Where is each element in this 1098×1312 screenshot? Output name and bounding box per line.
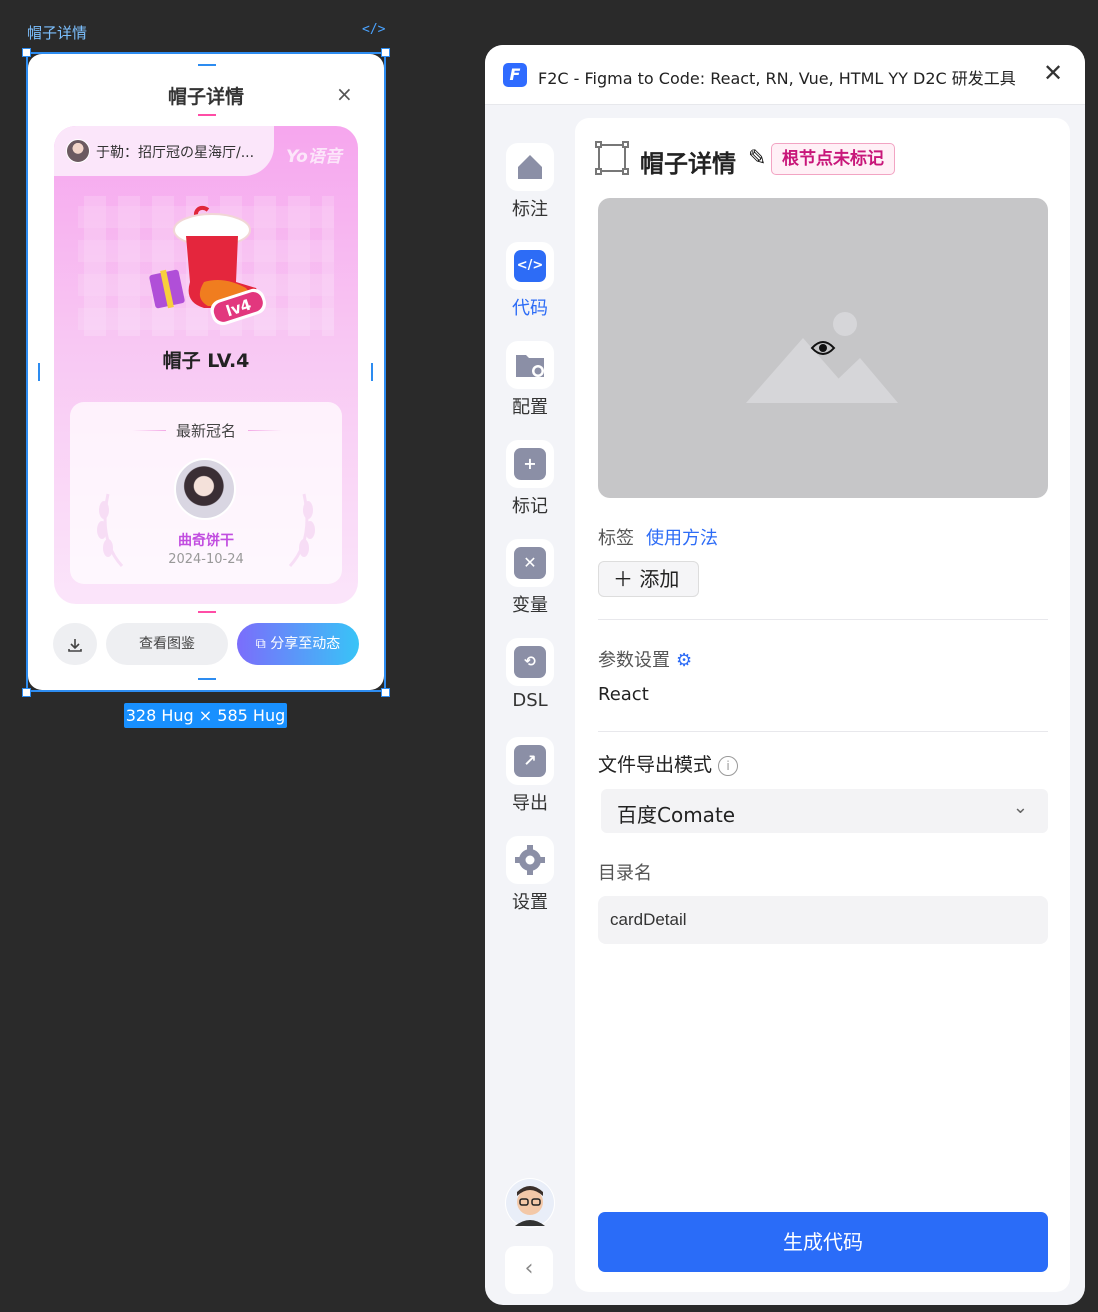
export-mode-label: 文件导出模式 bbox=[598, 754, 713, 776]
image-placeholder-icon bbox=[746, 312, 898, 403]
bookmark-add-icon: + bbox=[506, 440, 554, 488]
divider bbox=[598, 731, 1048, 732]
dsl-route-icon: ⟲ bbox=[506, 638, 554, 686]
params-framework-value: React bbox=[598, 684, 649, 705]
sidebar-label: 代码 bbox=[512, 298, 548, 319]
root-status-badge: 根节点未标记 bbox=[771, 143, 895, 175]
sidebar-item-code[interactable]: </> 代码 bbox=[505, 242, 555, 320]
close-icon[interactable]: ✕ bbox=[1043, 59, 1063, 87]
export-mode-select[interactable]: 百度Comate ⌄ bbox=[601, 789, 1048, 833]
directory-name-input[interactable] bbox=[598, 896, 1048, 944]
settings-gear-icon[interactable]: ⚙ bbox=[676, 650, 692, 671]
sidebar-item-config[interactable]: 配置 bbox=[505, 341, 555, 419]
sidebar-label: 标记 bbox=[512, 496, 548, 517]
export-icon: ↗ bbox=[506, 737, 554, 785]
frame-label[interactable]: 帽子详情 bbox=[27, 22, 87, 43]
info-icon[interactable]: i bbox=[718, 755, 739, 776]
resize-handle[interactable] bbox=[22, 48, 31, 57]
f2c-plugin-window: F F2C - Figma to Code: React, RN, Vue, H… bbox=[485, 45, 1085, 1305]
size-badge: 328 Hug × 585 Hug bbox=[124, 703, 287, 728]
export-mode-title: 文件导出模式 i bbox=[598, 750, 739, 777]
directory-label: 目录名 bbox=[598, 863, 652, 884]
tags-label: 标签 bbox=[598, 528, 634, 549]
edit-pencil-icon[interactable]: ✎ bbox=[748, 146, 766, 171]
code-panel: 帽子详情 ✎ 根节点未标记 标签 使用方法 ＋ 添加 参数设置 ⚙ React … bbox=[575, 118, 1070, 1292]
chevron-left-icon: ‹ bbox=[524, 1256, 534, 1281]
gear-icon bbox=[506, 836, 554, 884]
plugin-header: F F2C - Figma to Code: React, RN, Vue, H… bbox=[485, 45, 1085, 105]
edge-marker bbox=[38, 363, 40, 381]
resize-handle[interactable] bbox=[381, 688, 390, 697]
code-icon: </> bbox=[506, 242, 554, 290]
add-tag-label: 添加 bbox=[639, 567, 680, 591]
variable-x-icon: ✕ bbox=[506, 539, 554, 587]
sidebar-label: 标注 bbox=[512, 199, 548, 220]
sidebar-label: 设置 bbox=[512, 892, 548, 913]
code-icon[interactable]: </> bbox=[362, 22, 385, 37]
sidebar-item-dsl[interactable]: ⟲ DSL bbox=[505, 638, 555, 711]
params-section-title: 参数设置 ⚙ bbox=[598, 646, 692, 672]
params-label: 参数设置 bbox=[598, 650, 670, 671]
sidebar-label: 变量 bbox=[512, 595, 548, 616]
sidebar-item-settings[interactable]: 设置 bbox=[505, 836, 555, 914]
export-mode-value: 百度Comate bbox=[617, 803, 736, 827]
node-name: 帽子详情 bbox=[640, 150, 736, 178]
sidebar-item-mark[interactable]: + 标记 bbox=[505, 440, 555, 518]
selection-outline bbox=[26, 52, 386, 692]
add-tag-button[interactable]: ＋ 添加 bbox=[598, 561, 699, 597]
divider bbox=[598, 619, 1048, 620]
sidebar-item-annotate[interactable]: 标注 bbox=[505, 143, 555, 221]
collapse-sidebar-button[interactable]: ‹ bbox=[505, 1246, 553, 1294]
resize-handle[interactable] bbox=[381, 48, 390, 57]
sidebar-item-export[interactable]: ↗ 导出 bbox=[505, 737, 555, 815]
user-avatar[interactable] bbox=[505, 1178, 555, 1228]
resize-handle[interactable] bbox=[22, 688, 31, 697]
sidebar-item-variables[interactable]: ✕ 变量 bbox=[505, 539, 555, 617]
plus-icon: ＋ bbox=[613, 567, 633, 591]
edge-marker bbox=[371, 363, 373, 381]
eye-icon bbox=[810, 341, 836, 355]
sidebar-label: 配置 bbox=[512, 397, 548, 418]
f2c-logo-icon: F bbox=[503, 63, 527, 87]
node-preview-placeholder[interactable] bbox=[598, 198, 1048, 498]
folder-settings-icon bbox=[506, 341, 554, 389]
generate-code-button[interactable]: 生成代码 bbox=[598, 1212, 1048, 1272]
sidebar-label: DSL bbox=[512, 690, 548, 711]
frame-node-icon bbox=[595, 141, 629, 175]
usage-help-link[interactable]: 使用方法 bbox=[646, 528, 718, 549]
sidebar-label: 导出 bbox=[512, 793, 548, 814]
chevron-down-icon: ⌄ bbox=[1012, 797, 1028, 818]
plugin-title: F2C - Figma to Code: React, RN, Vue, HTM… bbox=[538, 69, 1016, 88]
tags-row: 标签 使用方法 bbox=[598, 524, 718, 550]
home-icon bbox=[506, 143, 554, 191]
